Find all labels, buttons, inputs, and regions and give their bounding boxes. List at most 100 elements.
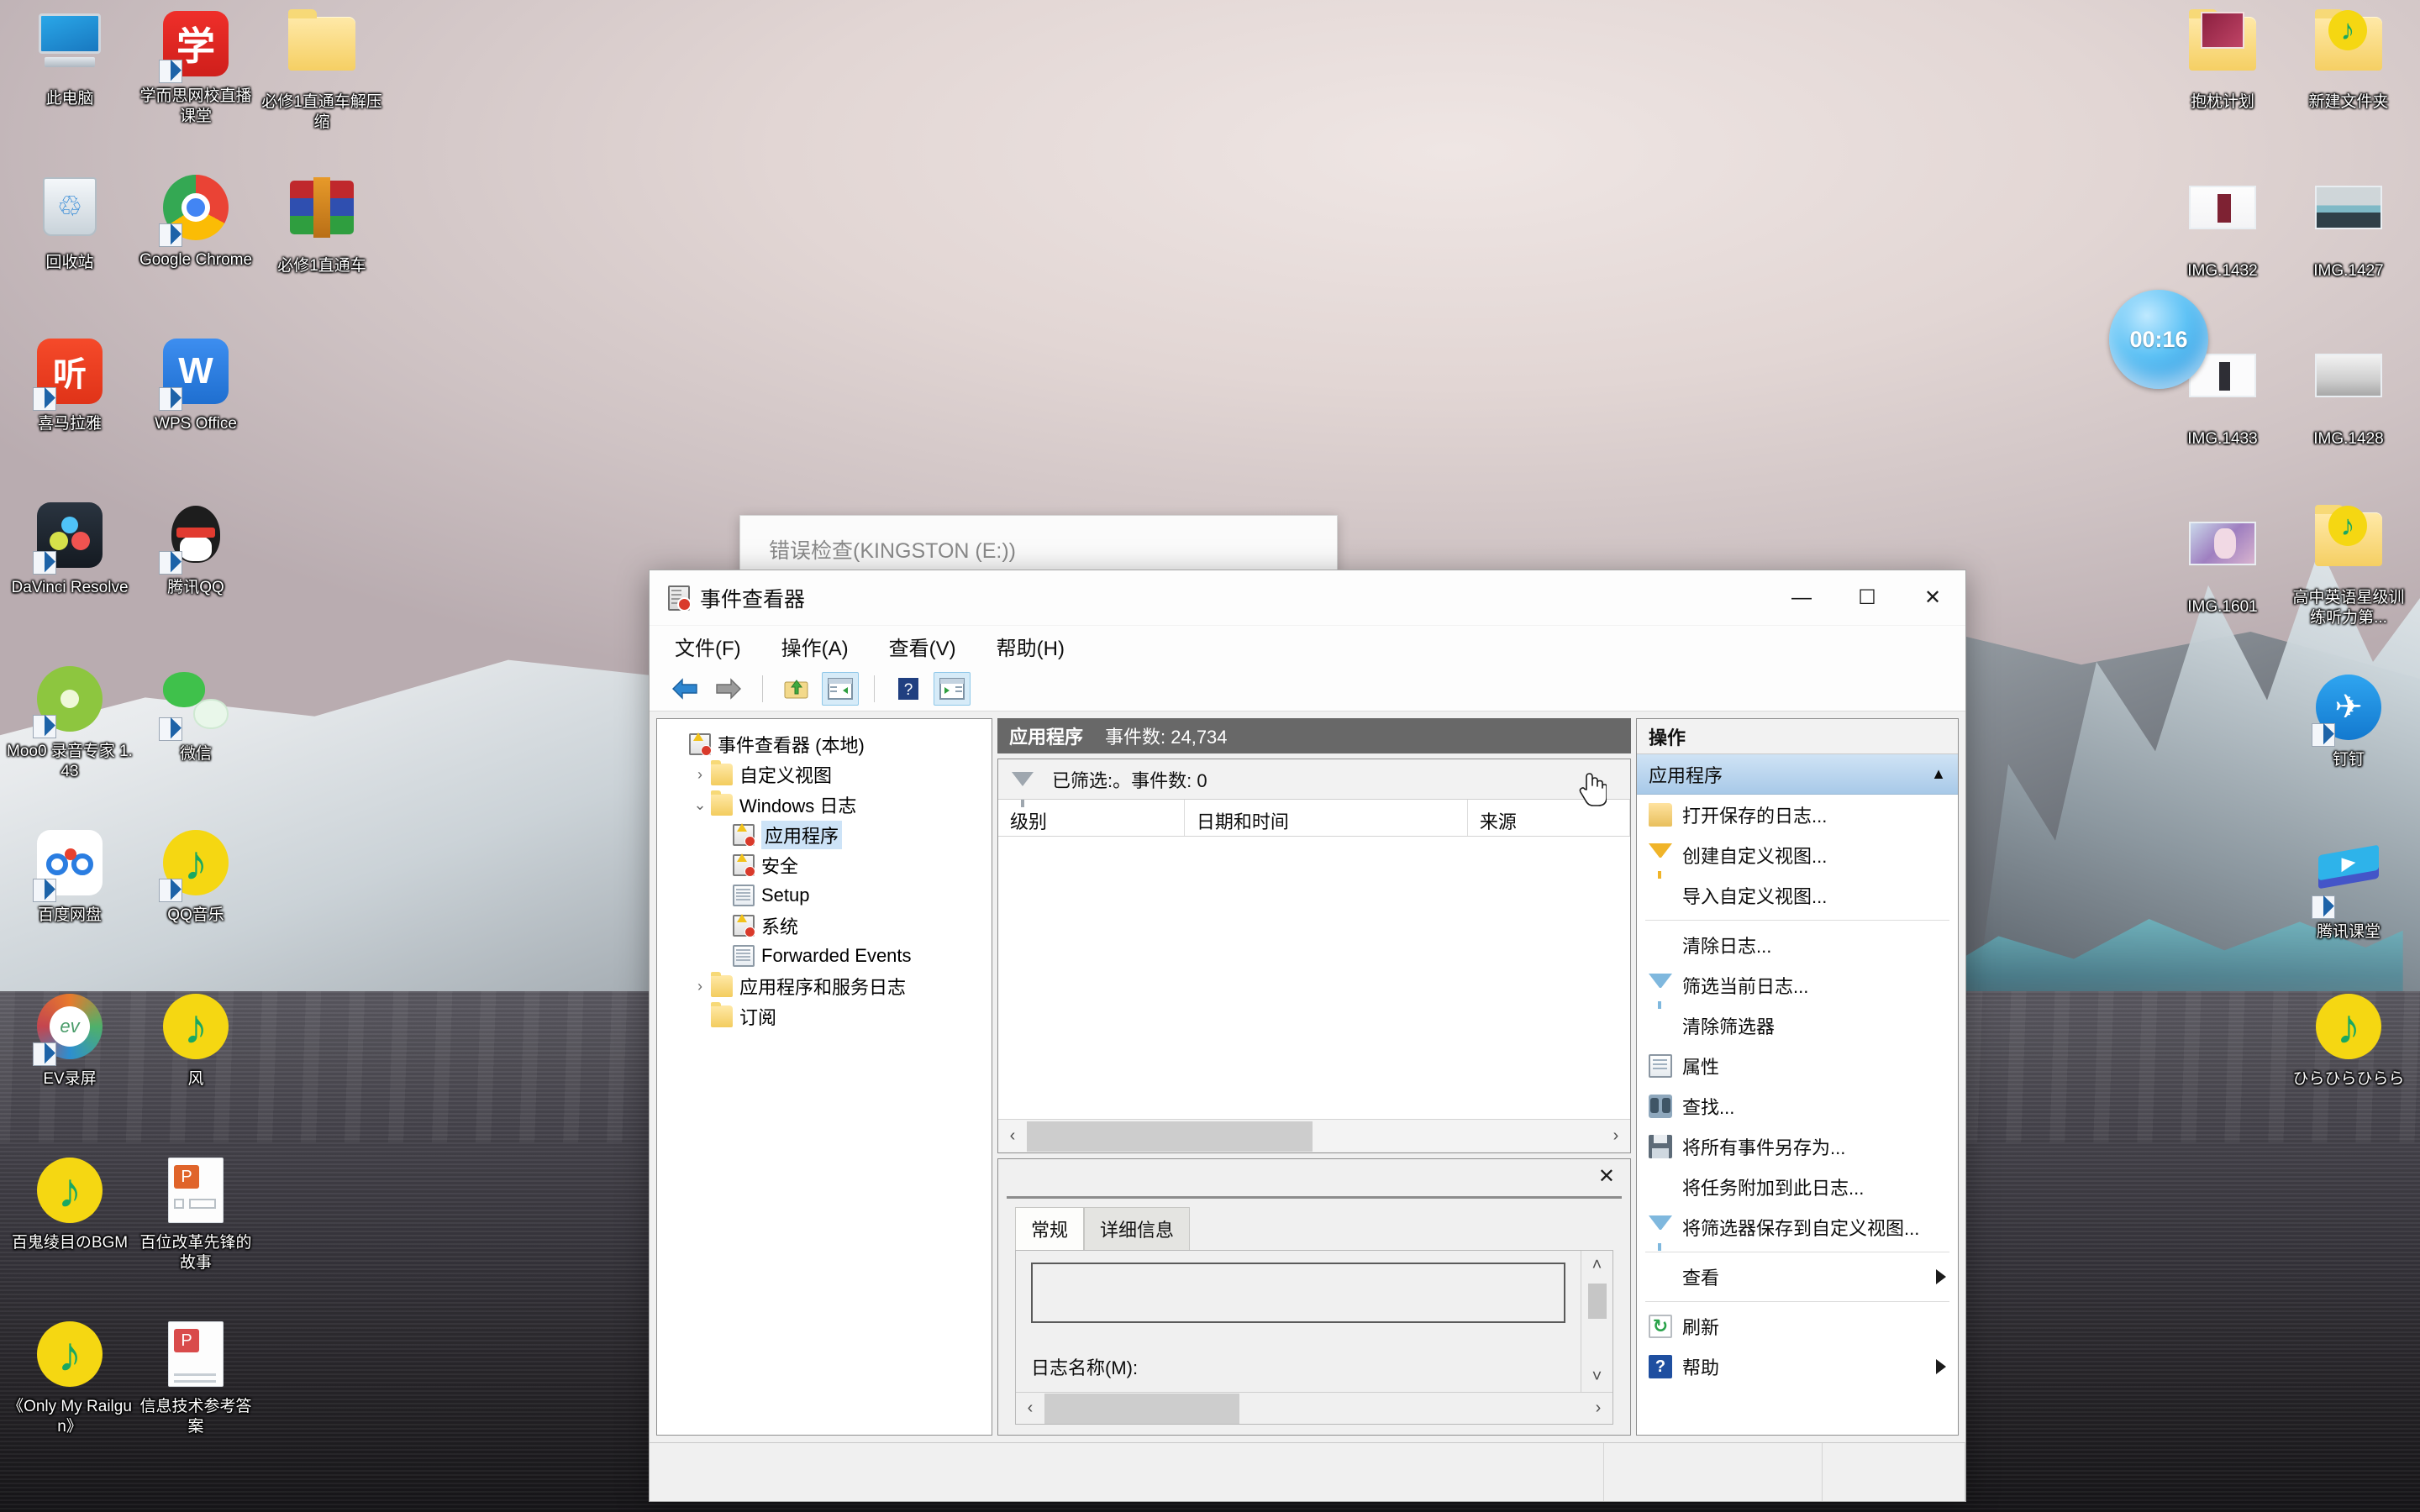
desktop-icon[interactable]: Moo0 录音专家 1.43 [7, 664, 133, 782]
desktop-icon[interactable]: 必修1直通车 [259, 172, 385, 276]
tree-item[interactable]: 安全 [662, 850, 986, 880]
forward-icon[interactable] [710, 672, 747, 706]
desktop-icon[interactable]: 微信 [133, 664, 259, 764]
action-item[interactable]: 属性 [1637, 1046, 1958, 1086]
action-item[interactable]: 将筛选器保存到自定义视图... [1637, 1207, 1958, 1251]
desktop-icon[interactable]: P 百位改革先锋的故事 [133, 1155, 259, 1273]
desktop-icon[interactable]: 抱枕计划 [2160, 8, 2286, 113]
desktop-icon[interactable]: ♪ 高中英语星级训练听力第... [2286, 504, 2412, 628]
menu-item-2[interactable]: 查看(V) [884, 628, 961, 664]
desktop-icon[interactable]: QQ音乐 [133, 827, 259, 926]
action-item[interactable]: 清除筛选器 [1637, 1005, 1958, 1046]
menu-item-0[interactable]: 文件(F) [670, 628, 746, 664]
action-item[interactable]: 将所有事件另存为... [1637, 1126, 1958, 1167]
show-hide-action-pane-icon[interactable] [934, 671, 971, 706]
desktop-icon[interactable]: IMG.1432 [2160, 172, 2286, 281]
tree-expander-icon[interactable]: ⌄ [689, 796, 711, 814]
minimize-button[interactable]: — [1769, 571, 1834, 625]
toolbar[interactable]: ? [650, 666, 1965, 711]
menubar[interactable]: 文件(F) 操作(A) 查看(V) 帮助(H) [650, 626, 1965, 666]
tree-item[interactable]: 订阅 [662, 1001, 986, 1032]
event-detail-pane[interactable]: ✕ 常规 详细信息 日志名称(M): ˄ ˅ ‹ › [997, 1158, 1631, 1436]
detail-tab[interactable]: 常规 [1015, 1207, 1085, 1250]
menu-item-1[interactable]: 操作(A) [776, 628, 854, 664]
column-header[interactable]: 级别 [998, 800, 1185, 836]
events-list-rows[interactable] [998, 837, 1630, 1119]
events-horizontal-scrollbar[interactable]: ‹ › [998, 1119, 1630, 1152]
column-header[interactable]: 日期和时间 [1185, 800, 1468, 836]
console-tree-panel[interactable]: 事件查看器 (本地) › 自定义视图 ⌄ Windows 日志 应用程序 安全 Setup 系统… [656, 718, 992, 1436]
detail-scroll-right-icon[interactable]: › [1584, 1399, 1612, 1418]
show-hide-console-tree-icon[interactable] [822, 671, 859, 706]
desktop-icon[interactable]: 学学而思网校直播课堂 [133, 8, 259, 127]
tree-item[interactable]: › 自定义视图 [662, 759, 986, 790]
desktop-icon[interactable]: 风 [133, 991, 259, 1089]
desktop-icon[interactable]: ✈ 钉钉 [2286, 672, 2412, 770]
desktop-icon[interactable]: ▶ 腾讯课堂 [2286, 840, 2412, 942]
tree-expander-icon[interactable]: › [689, 978, 711, 995]
scroll-thumb-horizontal[interactable] [1027, 1121, 1313, 1152]
tree-item[interactable]: Setup [662, 880, 986, 911]
action-item[interactable]: 筛选当前日志... [1637, 965, 1958, 1009]
scroll-left-icon[interactable]: ‹ [998, 1126, 1027, 1146]
desktop-icon[interactable]: 《Only My Railgun》 [7, 1319, 133, 1437]
action-item[interactable]: ? 帮助 [1637, 1347, 1958, 1387]
detail-scroll-thumb-horizontal[interactable] [1044, 1393, 1239, 1424]
actions-list[interactable]: 打开保存的日志... 创建自定义视图... 导入自定义视图... 清除日志... 筛选当… [1637, 795, 1958, 1387]
action-item[interactable]: 刷新 [1637, 1306, 1958, 1347]
action-item[interactable]: 创建自定义视图... [1637, 835, 1958, 879]
event-viewer-window[interactable]: 事件查看器 — ☐ ✕ 文件(F) 操作(A) 查看(V) 帮助(H) ? 事件… [649, 570, 1966, 1502]
scroll-right-icon[interactable]: › [1602, 1126, 1630, 1146]
menu-item-3[interactable]: 帮助(H) [992, 628, 1070, 664]
tree-item[interactable]: 应用程序 [662, 820, 986, 850]
maximize-button[interactable]: ☐ [1834, 571, 1900, 625]
detail-scroll-left-icon[interactable]: ‹ [1016, 1399, 1044, 1418]
action-item[interactable]: 清除日志... [1637, 925, 1958, 965]
detail-tabs[interactable]: 常规 详细信息 [1002, 1207, 1627, 1250]
desktop-icon[interactable]: ♲ 回收站 [7, 172, 133, 273]
desktop-icon[interactable]: W WPS Office [133, 336, 259, 434]
detail-pane-close-icon[interactable]: ✕ [1598, 1163, 1627, 1189]
desktop-icon[interactable]: P 信息技术参考答案 [133, 1319, 259, 1437]
desktop-icon[interactable]: 腾讯QQ [133, 500, 259, 598]
desktop-icon[interactable]: Google Chrome [133, 172, 259, 270]
collapse-chevron-icon[interactable]: ▲ [1931, 765, 1946, 783]
desktop-icon[interactable]: ♪ 新建文件夹 [2286, 8, 2412, 113]
action-item[interactable]: 查看 [1637, 1257, 1958, 1297]
detail-horizontal-scrollbar[interactable]: ‹ › [1016, 1392, 1612, 1424]
scroll-down-icon[interactable]: ˅ [1592, 1368, 1602, 1387]
window-titlebar[interactable]: 事件查看器 — ☐ ✕ [650, 570, 1965, 626]
action-item[interactable]: 打开保存的日志... [1637, 795, 1958, 835]
back-icon[interactable] [666, 672, 703, 706]
up-one-level-icon[interactable] [778, 672, 815, 706]
events-list-box[interactable]: 已筛选:。事件数: 0 级别 日期和时间 来源 ‹ › [997, 759, 1631, 1153]
detail-vertical-scrollbar[interactable]: ˄ ˅ [1581, 1251, 1612, 1392]
action-item[interactable]: 将任务附加到此日志... [1637, 1167, 1958, 1207]
column-header[interactable]: 来源 [1468, 800, 1630, 836]
desktop-icon[interactable]: 百鬼绫目のBGM [7, 1155, 133, 1253]
tree-expander-icon[interactable]: › [689, 766, 711, 784]
desktop-icon[interactable]: IMG.1601 [2160, 508, 2286, 617]
desktop-icon[interactable]: 听喜马拉雅 [7, 336, 133, 434]
filter-status-bar[interactable]: 已筛选:。事件数: 0 [998, 759, 1630, 807]
tree-item[interactable]: ⌄ Windows 日志 [662, 790, 986, 820]
action-item[interactable]: 导入自定义视图... [1637, 875, 1958, 916]
desktop-icon[interactable]: DaVinci Resolve [7, 500, 133, 598]
detail-tab[interactable]: 详细信息 [1084, 1207, 1191, 1250]
help-icon[interactable]: ? [890, 672, 927, 706]
desktop-icon[interactable]: IMG.1428 [2286, 340, 2412, 449]
tree-item[interactable]: › 应用程序和服务日志 [662, 971, 986, 1001]
tree-item[interactable]: 系统 [662, 911, 986, 941]
actions-panel[interactable]: 操作 应用程序 ▲ 打开保存的日志... 创建自定义视图... 导入自定义视图...… [1636, 718, 1959, 1436]
actions-group-header[interactable]: 应用程序 ▲ [1637, 754, 1958, 795]
events-column-header[interactable]: 级别 日期和时间 来源 [998, 800, 1630, 837]
tree-item[interactable]: Forwarded Events [662, 941, 986, 971]
desktop-icon[interactable]: 必修1直通车解压缩 [259, 8, 385, 133]
close-button[interactable]: ✕ [1900, 571, 1965, 625]
desktop-icon[interactable]: IMG.1427 [2286, 172, 2412, 281]
action-item[interactable]: 查找... [1637, 1086, 1958, 1126]
detail-scroll-thumb[interactable] [1587, 1284, 1607, 1319]
scroll-up-icon[interactable]: ˄ [1592, 1256, 1602, 1275]
tree-item[interactable]: 事件查看器 (本地) [662, 729, 986, 759]
desktop-icon[interactable]: 百度网盘 [7, 827, 133, 926]
